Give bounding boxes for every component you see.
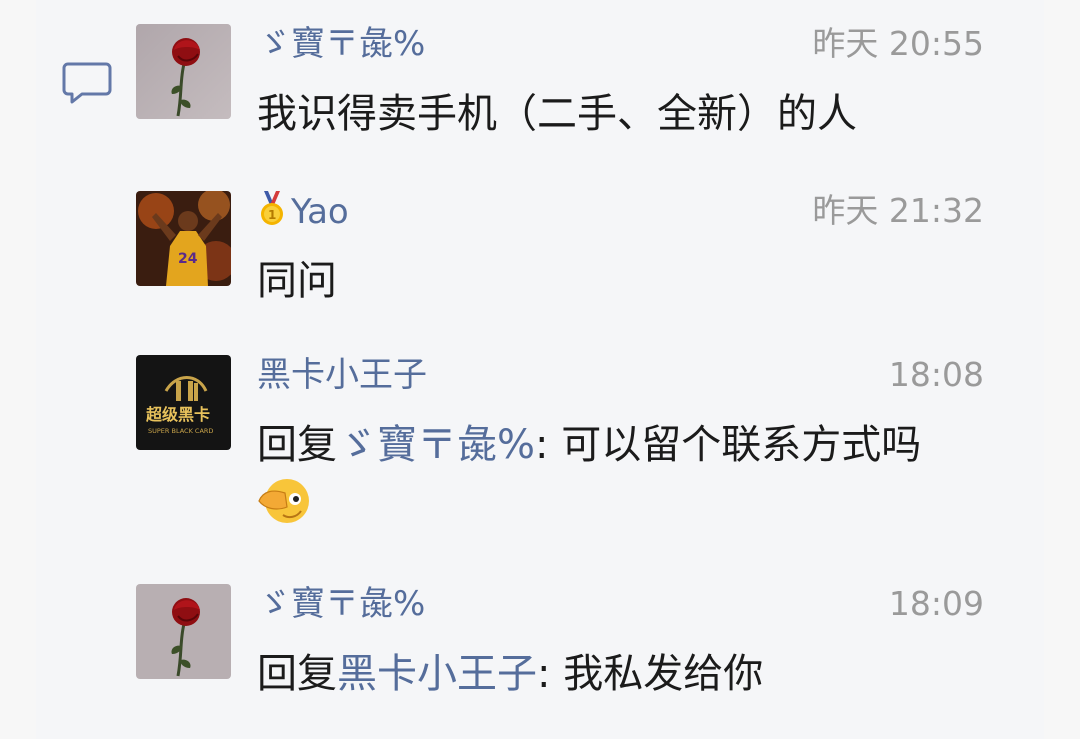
comment-time: 昨天 20:55 — [812, 24, 984, 63]
avatar[interactable]: 超级黑卡 SUPER BLACK CARD — [136, 355, 231, 450]
comment-time: 18:09 — [888, 584, 984, 623]
avatar-logo-subtext: SUPER BLACK CARD — [148, 427, 213, 435]
commenter-name[interactable]: 1 Yao — [257, 191, 349, 232]
commenter-name-text[interactable]: Yao — [291, 192, 349, 232]
comment-item[interactable]: 24 1 Yao 昨天 21:32 同问 — [136, 191, 996, 321]
facepalm-emoji — [258, 479, 309, 523]
comment-item[interactable]: ゞ寶〒彘% 昨天 20:55 我识得卖手机（二手、全新）的人 — [136, 24, 996, 164]
comment-time: 18:08 — [888, 355, 984, 394]
comment-text: 回复黑卡小王子: 我私发给你 — [257, 646, 996, 702]
commenter-name[interactable]: ゞ寶〒彘% — [257, 584, 425, 624]
comment-icon[interactable] — [62, 60, 112, 106]
medal-icon: 1 — [261, 191, 283, 225]
reply-text: : 我私发给你 — [537, 651, 764, 697]
comment-item[interactable]: ゞ寶〒彘% 18:09 回复黑卡小王子: 我私发给你 — [136, 584, 996, 714]
svg-text:1: 1 — [268, 208, 276, 222]
commenter-name[interactable]: 黑卡小王子 — [257, 355, 427, 395]
svg-text:24: 24 — [178, 251, 198, 267]
reply-text: : 可以留个联系方式吗 — [535, 422, 922, 468]
reply-prefix: 回复 — [257, 422, 337, 468]
reply-mention[interactable]: 黑卡小王子 — [337, 651, 537, 697]
avatar[interactable]: 24 — [136, 191, 231, 286]
reply-prefix: 回复 — [257, 651, 337, 697]
reply-mention[interactable]: ゞ寶〒彘% — [337, 422, 535, 468]
comment-page: ゞ寶〒彘% 昨天 20:55 我识得卖手机（二手、全新）的人 24 1 Yao … — [0, 0, 1080, 739]
avatar[interactable] — [136, 24, 231, 119]
commenter-name[interactable]: ゞ寶〒彘% — [257, 24, 425, 64]
comment-text: 回复ゞ寶〒彘%: 可以留个联系方式吗 — [257, 417, 996, 527]
comment-text: 同问 — [257, 258, 337, 304]
comment-time: 昨天 21:32 — [812, 191, 984, 230]
comment-text: 我识得卖手机（二手、全新）的人 — [257, 91, 857, 137]
comment-item[interactable]: 超级黑卡 SUPER BLACK CARD 黑卡小王子 18:08 回复ゞ寶〒彘… — [136, 355, 996, 545]
avatar[interactable] — [136, 584, 231, 679]
avatar-logo-text: 超级黑卡 — [145, 405, 210, 424]
